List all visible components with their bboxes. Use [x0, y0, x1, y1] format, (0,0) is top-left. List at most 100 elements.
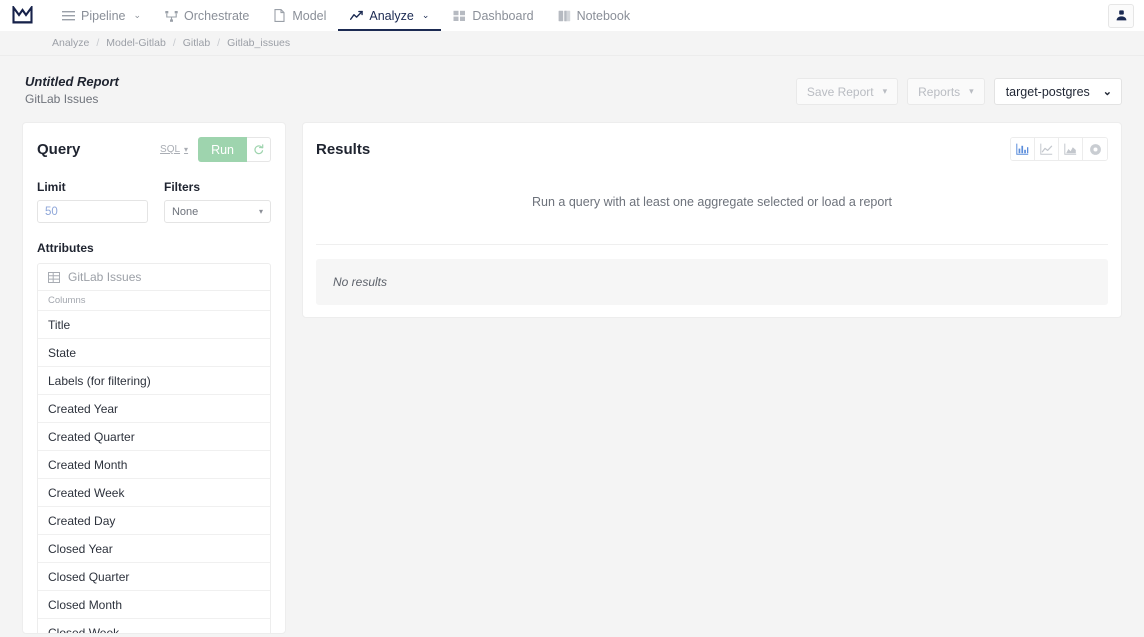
sql-label: SQL	[160, 144, 181, 155]
page-title: Untitled Report	[25, 74, 119, 89]
filters-select[interactable]: None ▾	[163, 200, 271, 223]
attribute-item-closed-year[interactable]: Closed Year	[38, 535, 270, 563]
nav-item-pipeline[interactable]: Pipeline ⌄	[50, 0, 153, 31]
chevron-down-icon: ▾	[184, 145, 189, 154]
chevron-down-icon: ⌄	[133, 10, 142, 20]
attributes-list: GitLab Issues Columns Title State Labels…	[37, 263, 271, 633]
panels-container: Query SQL ▾ Run Limit 50 Filters None ▾ …	[22, 122, 1122, 634]
line-chart-icon	[1040, 143, 1053, 155]
donut-chart-icon	[1089, 143, 1101, 155]
attribute-item-closed-week[interactable]: Closed Week	[38, 619, 270, 633]
sql-toggle[interactable]: SQL ▾	[160, 144, 188, 155]
attribute-item-created-year[interactable]: Created Year	[38, 395, 270, 423]
breadcrumb-item-gitlab-issues[interactable]: Gitlab_issues	[227, 37, 290, 49]
breadcrumb-item-gitlab[interactable]: Gitlab	[183, 37, 210, 49]
nav-item-notebook[interactable]: Notebook	[546, 0, 643, 31]
hamburger-icon	[62, 9, 75, 22]
nav-items: Pipeline ⌄ Orchestrate Model Analyze ⌄ D…	[50, 0, 642, 31]
nav-item-label: Analyze	[369, 8, 414, 23]
nav-item-analyze[interactable]: Analyze ⌄	[338, 0, 442, 31]
query-header: Query SQL ▾ Run	[37, 137, 271, 162]
save-report-label: Save Report	[806, 84, 874, 99]
no-results-banner: No results	[316, 259, 1108, 305]
refresh-button[interactable]	[247, 137, 271, 162]
filters-field: Filters None ▾	[163, 180, 271, 223]
attributes-table-header[interactable]: GitLab Issues	[38, 264, 270, 291]
chevron-down-icon: ⌄	[421, 10, 430, 20]
bar-chart-button[interactable]	[1011, 138, 1035, 160]
breadcrumb-item-model-gitlab[interactable]: Model-Gitlab	[106, 37, 166, 49]
chevron-down-icon: ▾	[969, 86, 974, 96]
report-actions: Save Report ▾ Reports ▾ target-postgres …	[795, 73, 1122, 105]
grid-icon	[453, 9, 466, 22]
refresh-icon	[254, 144, 264, 155]
breadcrumb-item-analyze[interactable]: Analyze	[52, 37, 89, 49]
connection-select[interactable]: target-postgres ⌄	[993, 78, 1122, 105]
nav-item-label: Dashboard	[472, 8, 534, 23]
donut-chart-button[interactable]	[1083, 138, 1107, 160]
chevron-down-icon: ⌄	[1102, 86, 1112, 98]
limit-input[interactable]	[37, 200, 148, 223]
navbar-right	[1108, 0, 1134, 31]
query-panel: Query SQL ▾ Run Limit 50 Filters None ▾ …	[22, 122, 286, 634]
limit-label: Limit	[37, 180, 66, 194]
attribute-item-created-month[interactable]: Created Month	[38, 451, 270, 479]
breadcrumb-separator: /	[96, 37, 100, 49]
breadcrumb-separator: /	[217, 37, 221, 49]
reports-button[interactable]: Reports ▾	[907, 78, 985, 105]
breadcrumb: Analyze / Model-Gitlab / Gitlab / Gitlab…	[0, 31, 1144, 56]
user-menu-button[interactable]	[1108, 3, 1134, 28]
attribute-item-created-day[interactable]: Created Day	[38, 507, 270, 535]
report-titles: Untitled Report GitLab Issues	[25, 73, 119, 108]
attributes-table-name: GitLab Issues	[68, 270, 142, 284]
attribute-item-state[interactable]: State	[38, 339, 270, 367]
line-chart-button[interactable]	[1035, 138, 1059, 160]
book-icon	[558, 9, 571, 22]
attribute-item-title[interactable]: Title	[38, 311, 270, 339]
report-header: Untitled Report GitLab Issues Save Repor…	[22, 70, 1122, 122]
orchestrate-icon	[165, 9, 178, 22]
page-body: Untitled Report GitLab Issues Save Repor…	[0, 56, 1144, 634]
nav-item-label: Notebook	[576, 8, 631, 23]
results-header: Results	[316, 137, 1108, 161]
query-title: Query	[37, 141, 81, 158]
nav-item-label: Orchestrate	[184, 8, 250, 23]
breadcrumb-separator: /	[172, 37, 176, 49]
area-chart-icon	[1064, 143, 1077, 155]
attribute-item-created-week[interactable]: Created Week	[38, 479, 270, 507]
app-logo[interactable]	[8, 0, 36, 31]
chevron-down-icon: ▾	[258, 207, 263, 216]
top-navbar: Pipeline ⌄ Orchestrate Model Analyze ⌄ D…	[0, 0, 1144, 31]
nav-item-label: Pipeline	[81, 8, 126, 23]
connection-label: target-postgres	[1005, 84, 1090, 99]
reports-label: Reports	[918, 84, 961, 99]
chart-type-toggle	[1010, 137, 1108, 161]
bar-chart-icon	[1016, 143, 1029, 155]
save-report-button[interactable]: Save Report ▾	[795, 78, 899, 105]
attributes-label: Attributes	[37, 241, 94, 255]
chart-line-icon	[350, 9, 364, 22]
nav-item-model[interactable]: Model	[261, 0, 338, 31]
query-fields: Limit Filters None ▾	[37, 180, 271, 223]
run-button[interactable]: Run	[198, 137, 247, 162]
attribute-item-closed-quarter[interactable]: Closed Quarter	[38, 563, 270, 591]
attribute-item-labels[interactable]: Labels (for filtering)	[38, 367, 270, 395]
document-icon	[273, 9, 286, 22]
query-actions: SQL ▾ Run	[160, 137, 271, 162]
filters-value: None	[171, 205, 199, 218]
user-icon	[1116, 10, 1126, 21]
chevron-down-icon: ▾	[882, 86, 888, 96]
results-empty-message: Run a query with at least one aggregate …	[316, 161, 1108, 245]
report-subtitle: GitLab Issues	[25, 92, 99, 106]
run-button-group: Run	[198, 137, 271, 162]
nav-item-dashboard[interactable]: Dashboard	[441, 0, 545, 31]
limit-field: Limit	[37, 180, 148, 223]
attribute-item-created-quarter[interactable]: Created Quarter	[38, 423, 270, 451]
area-chart-button[interactable]	[1059, 138, 1083, 160]
nav-item-orchestrate[interactable]: Orchestrate	[153, 0, 261, 31]
attribute-item-closed-month[interactable]: Closed Month	[38, 591, 270, 619]
filters-label: Filters	[163, 180, 200, 194]
results-panel: Results Run a query with at least one ag…	[302, 122, 1122, 318]
columns-subheader: Columns	[38, 291, 270, 311]
table-icon	[48, 271, 60, 283]
